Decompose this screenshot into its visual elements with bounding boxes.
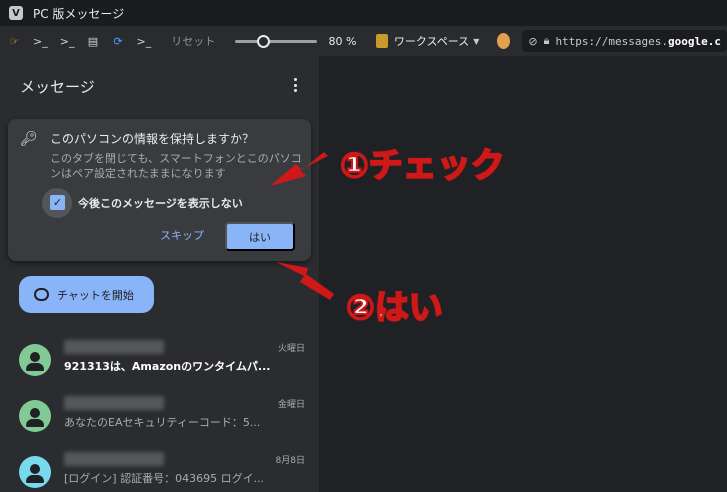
lock-icon[interactable]: 🔒︎ xyxy=(544,34,550,48)
tracker-block-icon[interactable]: ⊘ xyxy=(528,35,537,48)
title-bar: V PC 版メッセージ xyxy=(0,0,727,26)
url-text[interactable]: https://messages.google.c xyxy=(555,35,721,48)
zoom-slider[interactable] xyxy=(235,34,317,48)
conversation-sidebar: メッセージ 🔑︎ このパソコンの情報を保持しますか？ このタブを閉じても、スマー… xyxy=(0,56,319,492)
conversation-date: 8月8日 xyxy=(275,456,305,466)
remember-computer-dialog: 🔑︎ このパソコンの情報を保持しますか？ このタブを閉じても、スマートフォンとこ… xyxy=(8,119,311,261)
chevron-down-icon[interactable]: ▼ xyxy=(473,37,479,46)
contact-name-redacted xyxy=(64,340,164,354)
conversation-date: 金曜日 xyxy=(277,400,305,410)
workspace-button[interactable]: ワークスペース xyxy=(394,33,469,49)
dont-show-again-checkbox[interactable]: ✓ xyxy=(50,195,65,210)
conversation-date: 火曜日 xyxy=(277,344,305,354)
contact-name-redacted xyxy=(64,452,164,466)
contact-name-redacted xyxy=(64,396,164,410)
window-title: PC 版メッセージ xyxy=(33,6,125,21)
zoom-slider-thumb[interactable] xyxy=(257,34,271,48)
panel-toggle-icon[interactable]: ▤ xyxy=(86,33,99,49)
contact-avatar-icon xyxy=(19,400,51,432)
skip-button[interactable]: スキップ xyxy=(154,223,210,247)
more-options-icon[interactable] xyxy=(289,76,301,94)
dont-show-again-label[interactable]: 今後このメッセージを表示しない xyxy=(78,195,243,211)
conversation-item[interactable]: 火曜日 921313は、Amazonのワンタイムパ... xyxy=(0,336,319,392)
sync-icon[interactable]: ⟳ xyxy=(111,33,124,49)
annotation-step-1: ①チェック xyxy=(339,145,506,187)
command-chain-icon[interactable]: >_ xyxy=(33,33,48,49)
zoom-value: 80 % xyxy=(328,34,357,48)
vivaldi-logo-icon[interactable]: V xyxy=(9,6,23,20)
yes-button[interactable]: はい xyxy=(225,222,295,251)
conversation-item[interactable]: 金曜日 あなたのEAセキュリティーコード：5... xyxy=(0,392,319,448)
start-chat-label: チャットを開始 xyxy=(57,288,134,302)
browser-toolbar: ☞ >_ >_ ▤ ⟳ >_ リセット 80 % ワークスペース ▼ ⊘ 🔒︎ … xyxy=(0,26,727,56)
workspace-icon[interactable] xyxy=(376,34,388,48)
command-chain-icon-3[interactable]: >_ xyxy=(136,33,151,49)
conversation-preview: 921313は、Amazonのワンタイムパ... xyxy=(64,360,271,373)
conversation-view-empty xyxy=(319,56,727,492)
page-title: メッセージ xyxy=(20,78,95,96)
start-chat-button[interactable]: チャットを開始 xyxy=(19,276,154,313)
command-chain-icon-2[interactable]: >_ xyxy=(60,33,75,49)
annotation-step-2: ②はい xyxy=(345,287,444,329)
address-bar[interactable]: ⊘ 🔒︎ https://messages.google.c xyxy=(522,30,727,52)
conversation-item[interactable]: 8月8日 [ログイン] 認証番号：043695 ログイ... xyxy=(0,448,319,492)
profile-avatar[interactable] xyxy=(497,33,511,49)
contact-avatar-icon xyxy=(19,344,51,376)
contact-avatar-icon xyxy=(19,456,51,488)
dialog-title: このパソコンの情報を保持しますか？ xyxy=(50,132,255,146)
chat-bubble-icon xyxy=(34,288,49,301)
key-icon: 🔑︎ xyxy=(20,131,38,147)
conversation-preview: [ログイン] 認証番号：043695 ログイ... xyxy=(64,472,265,485)
capture-icon[interactable]: ☞ xyxy=(8,33,21,49)
zoom-reset-button[interactable]: リセット xyxy=(171,33,215,49)
conversation-preview: あなたのEAセキュリティーコード：5... xyxy=(64,416,261,429)
dialog-body: このタブを閉じても、スマートフォンとこのパソコンはペア設定されたままになります xyxy=(50,152,302,180)
